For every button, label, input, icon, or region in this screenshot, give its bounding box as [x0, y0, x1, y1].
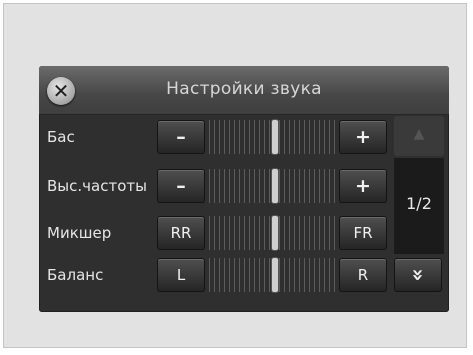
illustration-frame: ✕ Настройки звука Бас – + Выс.частоты – …: [3, 3, 467, 348]
fader-level-marker[interactable]: [272, 216, 278, 250]
fader-rear-button[interactable]: RR: [157, 216, 205, 250]
sound-settings-screen: ✕ Настройки звука Бас – + Выс.частоты – …: [39, 66, 449, 312]
close-icon: ✕: [52, 79, 70, 103]
row-label-bass: Бас: [47, 128, 75, 146]
chevron-up-icon: ▲: [413, 126, 425, 142]
row-label-treble: Выс.частоты: [47, 177, 147, 195]
page-indicator: 1/2: [406, 194, 432, 213]
balance-level-marker[interactable]: [272, 258, 278, 292]
balance-left-button[interactable]: L: [157, 258, 205, 292]
row-label-fader: Микшер: [47, 224, 112, 242]
row-label-balance: Баланс: [47, 266, 104, 284]
dialog-header: ✕ Настройки звука: [39, 66, 449, 115]
chevron-double-down-icon: »: [405, 268, 430, 282]
treble-minus-button[interactable]: –: [157, 169, 205, 203]
bass-level-marker[interactable]: [272, 120, 278, 154]
treble-plus-button[interactable]: +: [339, 169, 387, 203]
fader-front-button[interactable]: FR: [339, 216, 387, 250]
close-button[interactable]: ✕: [47, 77, 75, 105]
page-down-button[interactable]: »: [394, 258, 442, 292]
bass-plus-button[interactable]: +: [339, 120, 387, 154]
dialog-title: Настройки звука: [166, 79, 322, 99]
treble-level-marker[interactable]: [272, 169, 278, 203]
balance-right-button[interactable]: R: [339, 258, 387, 292]
bass-minus-button[interactable]: –: [157, 120, 205, 154]
page-up-button[interactable]: ▲: [394, 116, 444, 156]
